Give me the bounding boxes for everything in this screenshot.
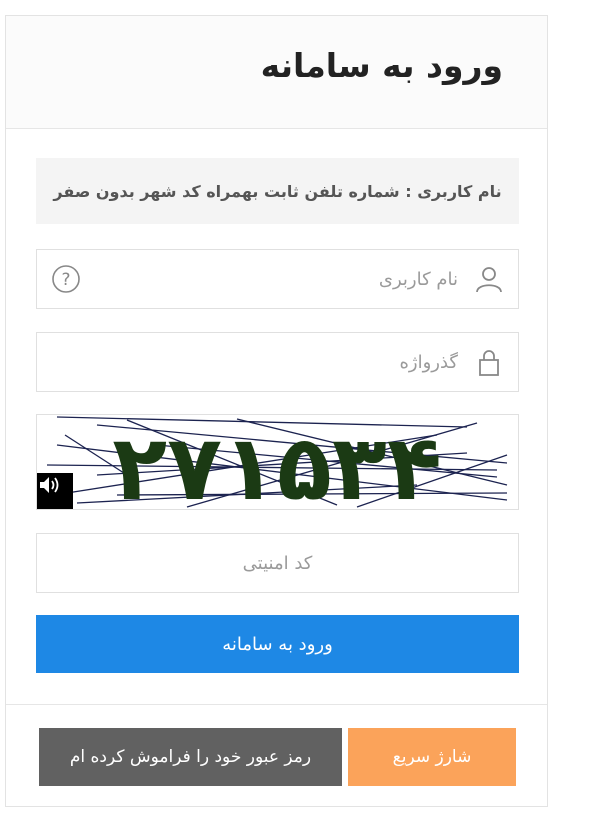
page-title: ورود به سامانه	[260, 46, 503, 85]
security-code-input[interactable]	[57, 534, 498, 592]
security-code-field[interactable]	[36, 533, 519, 593]
username-input[interactable]	[87, 250, 458, 308]
captcha-code: ۲۷۱۵۳۴	[112, 416, 442, 509]
username-hint: نام کاربری : شماره تلفن ثابت بهمراه کد ش…	[36, 158, 519, 224]
captcha-audio-button[interactable]	[37, 473, 73, 509]
login-card: ورود به سامانه نام کاربری : شماره تلفن ث…	[5, 15, 548, 807]
question-circle-icon[interactable]: ?	[51, 264, 81, 294]
card-header: ورود به سامانه	[6, 16, 547, 129]
captcha-image: ۲۷۱۵۳۴	[36, 414, 519, 510]
lock-icon	[479, 350, 499, 376]
svg-text:?: ?	[61, 270, 70, 290]
quick-charge-button[interactable]: شارژ سریع	[348, 728, 516, 786]
divider	[6, 704, 547, 705]
user-icon	[476, 267, 502, 293]
username-field[interactable]: ?	[36, 249, 519, 309]
password-input[interactable]	[87, 333, 458, 391]
speaker-icon	[40, 477, 59, 493]
login-button[interactable]: ورود به سامانه	[36, 615, 519, 673]
captcha-graphic: ۲۷۱۵۳۴	[46, 416, 508, 509]
forgot-password-button[interactable]: رمز عبور خود را فراموش کرده ام	[39, 728, 342, 786]
password-field[interactable]	[36, 332, 519, 392]
